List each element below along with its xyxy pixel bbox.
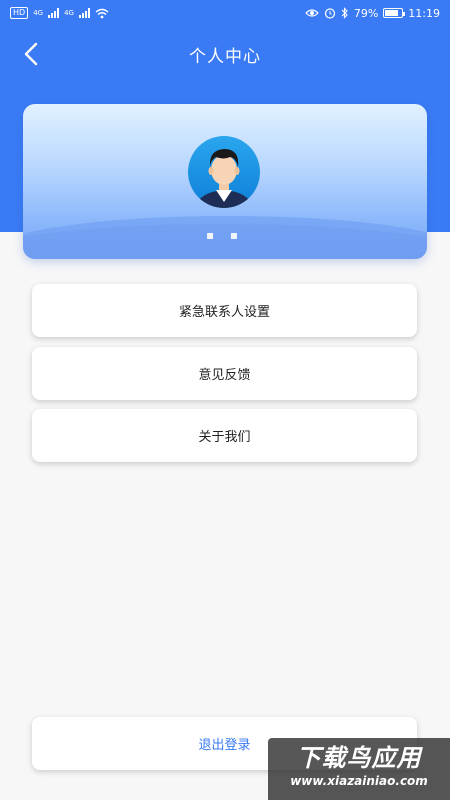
clock: 11:19: [408, 6, 440, 20]
menu-item-label: 紧急联系人设置: [178, 305, 270, 320]
logout-label: 退出登录: [198, 738, 251, 753]
profile-card: ▪ ▪: [23, 104, 427, 259]
bluetooth-icon: [341, 7, 348, 19]
signal-icon-2: [78, 8, 90, 18]
status-bar: HD 4G 4G 79% 11:19: [0, 0, 450, 26]
menu-item-label: 关于我们: [198, 430, 251, 445]
battery-percent: 79%: [353, 6, 379, 20]
username: ▪ ▪: [205, 228, 245, 242]
status-right: 79% 11:19: [304, 6, 440, 20]
user-avatar-icon: [188, 136, 260, 208]
battery-fill: [385, 10, 398, 16]
menu-item-label: 意见反馈: [198, 368, 251, 383]
menu-item-emergency-contact[interactable]: 紧急联系人设置: [32, 284, 417, 337]
watermark-sub-text: www.xiazainiao.com: [290, 774, 428, 788]
watermark-main-text: 下载鸟应用: [296, 744, 422, 772]
signal-icon: [48, 8, 60, 18]
menu-item-about-us[interactable]: 关于我们: [32, 409, 417, 462]
avatar[interactable]: [180, 136, 268, 210]
menu-item-feedback[interactable]: 意见反馈: [32, 347, 417, 400]
hd-badge: HD: [10, 7, 29, 19]
eye-icon: [304, 9, 319, 17]
status-left: HD 4G 4G: [10, 7, 109, 19]
nav-bar: 个人中心: [0, 26, 450, 82]
watermark: 下载鸟应用 www.xiazainiao.com: [268, 738, 450, 800]
page-title: 个人中心: [189, 47, 261, 67]
screen: HD 4G 4G 79% 11:19 个人中心 ▪ ▪ 紧急联系人设置 意见反馈…: [0, 0, 450, 800]
network-type-1: 4G: [33, 9, 44, 17]
alarm-icon: [324, 8, 335, 19]
battery-icon: [383, 8, 406, 18]
wifi-icon: [95, 8, 109, 18]
network-type-2: 4G: [64, 9, 74, 17]
